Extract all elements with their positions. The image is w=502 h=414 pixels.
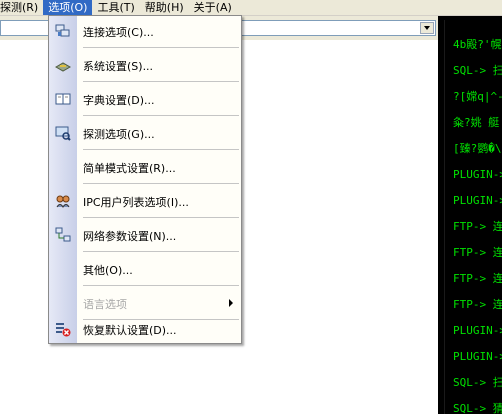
network-connect-icon xyxy=(55,23,71,39)
console-line: PLUGIN-> 丰 xyxy=(453,324,502,337)
console-line: FTP-> 连接 xyxy=(453,272,502,285)
console-output: 4b殿?'幌 SQL-> 扫描 ?[嫦q|^-塚 粂?姚 艇 [臻?鹦�\ PL… xyxy=(444,20,502,414)
menu-item-connection-options[interactable]: 连接选项(C)... xyxy=(49,18,241,44)
console-line: FTP-> 连接 xyxy=(453,220,502,233)
menu-item-label: IPC用户列表选项(I)... xyxy=(83,196,189,209)
dictionary-icon xyxy=(55,91,71,107)
menu-item-label: 语言选项 xyxy=(83,298,127,311)
menu-separator xyxy=(83,47,239,48)
chevron-down-icon xyxy=(424,26,430,30)
probe-options-icon xyxy=(55,125,71,141)
menu-help[interactable]: 帮助(H) xyxy=(140,0,189,15)
menu-item-label: 简单模式设置(R)... xyxy=(83,162,176,175)
console-line: [臻?鹦�\ xyxy=(453,142,502,155)
menu-item-restore-defaults[interactable]: 恢复默认设置(D)... xyxy=(49,316,241,342)
menu-item-label: 字典设置(D)... xyxy=(83,94,155,107)
system-settings-icon xyxy=(54,57,72,73)
menubar: 探测(R) 选项(O) 工具(T) 帮助(H) 关于(A) xyxy=(0,0,502,16)
menu-item-language-options: 语言选项 xyxy=(49,290,241,316)
menu-item-label: 系统设置(S)... xyxy=(83,60,154,73)
menu-item-label: 其他(O)... xyxy=(83,264,133,277)
menu-item-simple-mode-settings[interactable]: 简单模式设置(R)... xyxy=(49,154,241,180)
console-line: PLUGIN-> 丰 xyxy=(453,350,502,363)
menu-about[interactable]: 关于(A) xyxy=(189,0,237,15)
menu-separator xyxy=(83,285,239,286)
menu-probe[interactable]: 探测(R) xyxy=(0,0,43,15)
menu-options[interactable]: 选项(O) xyxy=(43,0,93,15)
console-line: ?[嫦q|^-塚 xyxy=(453,90,502,103)
console-line: 4b殿?'幌 xyxy=(453,38,502,51)
menu-item-label: 探测选项(G)... xyxy=(83,128,155,141)
console-line: SQL-> 扫描 xyxy=(453,376,502,389)
submenu-arrow-icon xyxy=(229,299,233,307)
menu-item-system-settings[interactable]: 系统设置(S)... xyxy=(49,52,241,78)
console-pane: 4b殿?'幌 SQL-> 扫描 ?[嫦q|^-塚 粂?姚 艇 [臻?鹦�\ PL… xyxy=(438,16,502,414)
menu-tools[interactable]: 工具(T) xyxy=(92,0,139,15)
menu-item-probe-options[interactable]: 探测选项(G)... xyxy=(49,120,241,146)
console-line: PLUGIN-> 丰 xyxy=(453,194,502,207)
console-line: FTP-> 连接 xyxy=(453,246,502,259)
menu-separator xyxy=(83,217,239,218)
menu-separator xyxy=(83,251,239,252)
menu-separator xyxy=(83,81,239,82)
restore-defaults-icon xyxy=(55,321,71,337)
options-dropdown-menu: 连接选项(C)... 系统设置(S)... 字典设置(D)... 探测选项(G)… xyxy=(48,15,242,344)
menu-item-label: 连接选项(C)... xyxy=(83,26,154,39)
menu-item-label: 网络参数设置(N)... xyxy=(83,230,177,243)
console-line: SQL-> 猜解 xyxy=(453,402,502,414)
console-line: PLUGIN-> 丰 xyxy=(453,168,502,181)
menu-item-dictionary-settings[interactable]: 字典设置(D)... xyxy=(49,86,241,112)
menu-item-network-params[interactable]: 网络参数设置(N)... xyxy=(49,222,241,248)
menu-item-other[interactable]: 其他(O)... xyxy=(49,256,241,282)
network-params-icon xyxy=(55,227,71,243)
menu-separator xyxy=(83,115,239,116)
console-line: FTP-> 连接 xyxy=(453,298,502,311)
console-line: SQL-> 扫描 xyxy=(453,64,502,77)
menu-item-label: 恢复默认设置(D)... xyxy=(83,324,177,337)
console-line: 粂?姚 艇 xyxy=(453,116,500,129)
combo-dropdown-button[interactable] xyxy=(420,22,434,34)
ipc-users-icon xyxy=(55,193,71,209)
menu-separator xyxy=(83,149,239,150)
menu-item-ipc-user-list-options[interactable]: IPC用户列表选项(I)... xyxy=(49,188,241,214)
menu-separator xyxy=(83,183,239,184)
